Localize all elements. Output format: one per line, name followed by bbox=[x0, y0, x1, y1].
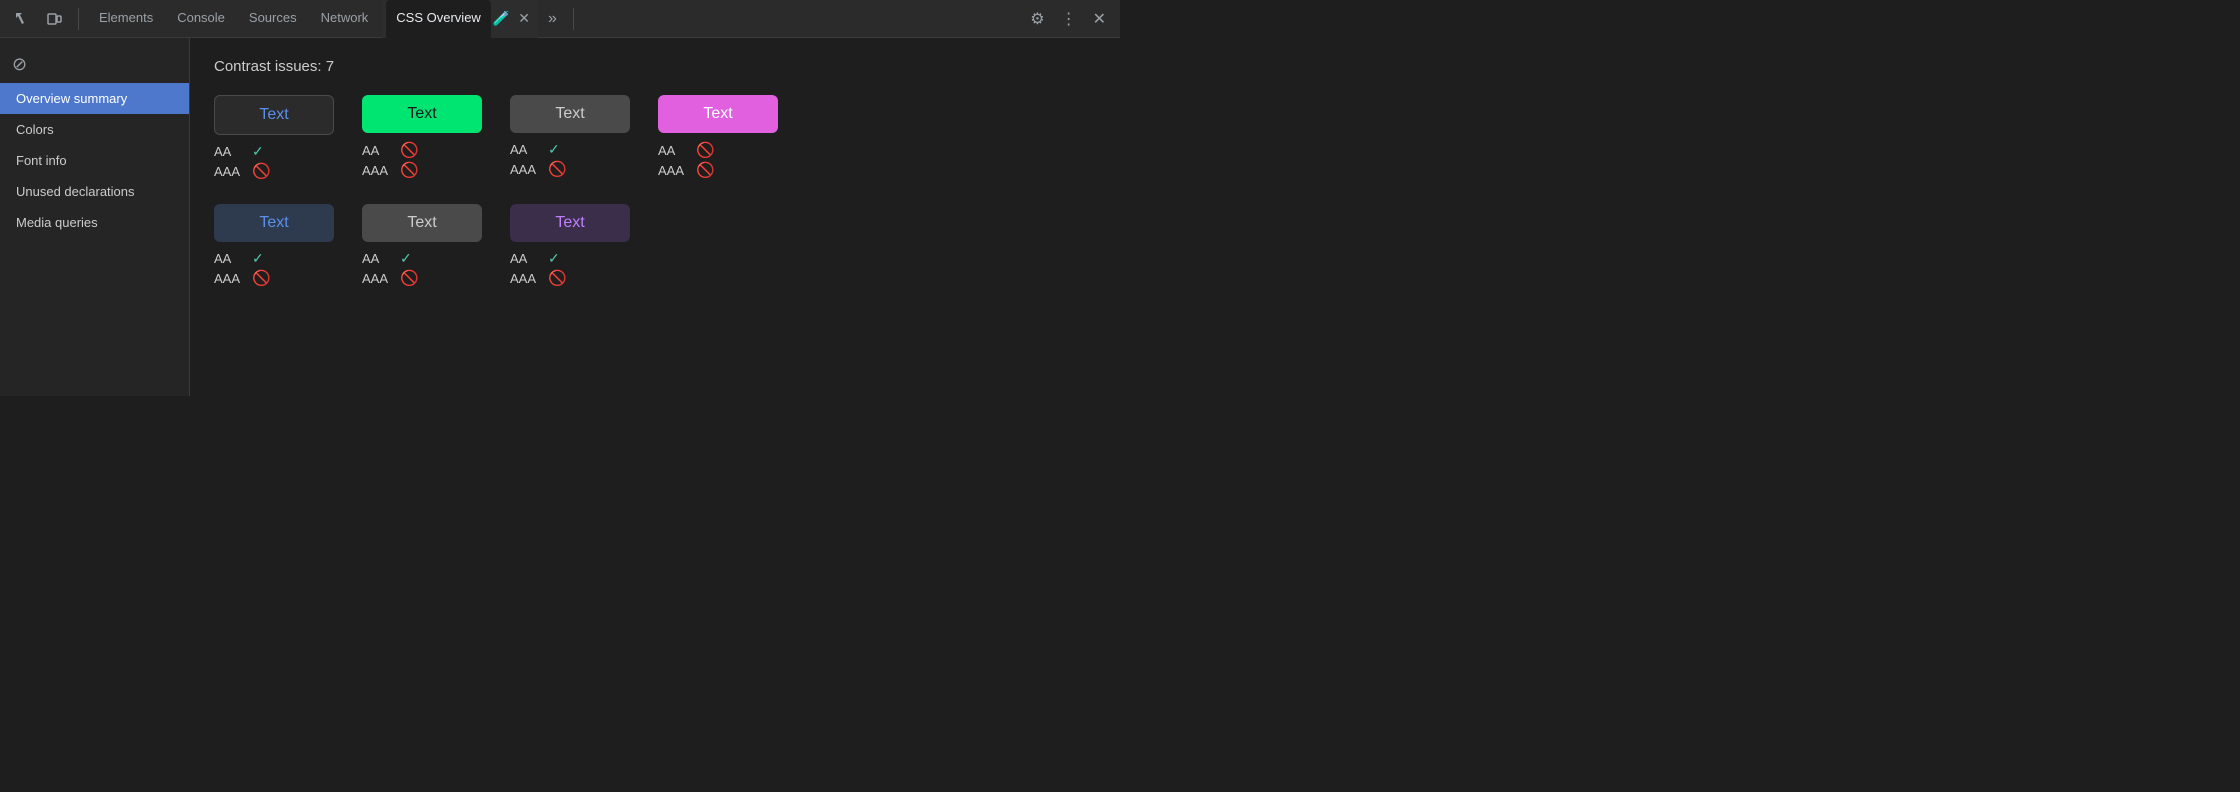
contrast-row-2: Text AA ✓ AAA 🚫 Text bbox=[214, 204, 1096, 287]
contrast-button-1-1[interactable]: Text bbox=[214, 95, 334, 135]
css-overview-tab-group: CSS Overview 🧪 ✕ bbox=[382, 0, 538, 38]
device-toolbar-button[interactable] bbox=[40, 7, 68, 31]
sidebar-item-font-info[interactable]: Font info bbox=[0, 145, 189, 176]
devtools-toolbar: Elements Console Sources Network CSS Ove… bbox=[0, 0, 1120, 38]
toolbar-divider-1 bbox=[78, 8, 79, 30]
contrast-card-2-3: Text AA ✓ AAA 🚫 bbox=[510, 204, 630, 287]
contrast-issues-heading: Contrast issues: 7 bbox=[214, 58, 1096, 75]
compliance-1-2: AA 🚫 AAA 🚫 bbox=[362, 141, 482, 179]
aa-label-1-3: AA bbox=[510, 142, 540, 157]
compliance-aaa-1-3: AAA 🚫 bbox=[510, 160, 630, 178]
more-options-button[interactable]: ⋮ bbox=[1055, 5, 1083, 33]
contrast-card-1-4: Text AA 🚫 AAA 🚫 bbox=[658, 95, 778, 179]
main-area: ⊘ Overview summary Colors Font info Unus… bbox=[0, 38, 1120, 396]
aaa-fail-icon-1-1: 🚫 bbox=[252, 162, 271, 180]
tab-elements[interactable]: Elements bbox=[89, 0, 163, 38]
sidebar-item-media-queries[interactable]: Media queries bbox=[0, 207, 189, 238]
tab-sources[interactable]: Sources bbox=[239, 0, 307, 38]
aa-fail-icon-1-2: 🚫 bbox=[400, 141, 419, 159]
aa-fail-icon-1-4: 🚫 bbox=[696, 141, 715, 159]
compliance-aaa-2-3: AAA 🚫 bbox=[510, 269, 630, 287]
compliance-aaa-1-4: AAA 🚫 bbox=[658, 161, 778, 179]
contrast-button-1-3[interactable]: Text bbox=[510, 95, 630, 133]
compliance-aaa-2-2: AAA 🚫 bbox=[362, 269, 482, 287]
flask-icon: 🧪 bbox=[493, 10, 510, 27]
tab-console[interactable]: Console bbox=[167, 0, 235, 38]
aaa-fail-icon-1-4: 🚫 bbox=[696, 161, 715, 179]
tab-css-overview[interactable]: CSS Overview bbox=[386, 0, 491, 38]
contrast-row-1: Text AA ✓ AAA 🚫 Text bbox=[214, 95, 1096, 180]
toolbar-divider-2 bbox=[573, 8, 574, 30]
aa-label-1-4: AA bbox=[658, 143, 688, 158]
close-css-overview-tab-button[interactable]: ✕ bbox=[514, 8, 534, 29]
compliance-2-1: AA ✓ AAA 🚫 bbox=[214, 250, 334, 287]
contrast-card-2-2: Text AA ✓ AAA 🚫 bbox=[362, 204, 482, 287]
compliance-aa-1-1: AA ✓ bbox=[214, 143, 334, 160]
aaa-fail-icon-2-2: 🚫 bbox=[400, 269, 419, 287]
compliance-1-4: AA 🚫 AAA 🚫 bbox=[658, 141, 778, 179]
compliance-aaa-1-2: AAA 🚫 bbox=[362, 161, 482, 179]
tab-network[interactable]: Network bbox=[311, 0, 379, 38]
aaa-label-2-2: AAA bbox=[362, 271, 392, 286]
aaa-fail-icon-1-3: 🚫 bbox=[548, 160, 567, 178]
compliance-aa-1-4: AA 🚫 bbox=[658, 141, 778, 159]
compliance-aaa-1-1: AAA 🚫 bbox=[214, 162, 334, 180]
aa-pass-icon-1-3: ✓ bbox=[548, 141, 560, 158]
contrast-card-1-3: Text AA ✓ AAA 🚫 bbox=[510, 95, 630, 178]
close-devtools-button[interactable]: ✕ bbox=[1087, 5, 1112, 33]
sidebar-no-entry: ⊘ bbox=[0, 46, 189, 83]
contrast-button-2-1[interactable]: Text bbox=[214, 204, 334, 242]
compliance-aa-1-3: AA ✓ bbox=[510, 141, 630, 158]
compliance-aa-1-2: AA 🚫 bbox=[362, 141, 482, 159]
aaa-fail-icon-2-1: 🚫 bbox=[252, 269, 271, 287]
aaa-label-1-3: AAA bbox=[510, 162, 540, 177]
settings-button[interactable]: ⚙ bbox=[1024, 5, 1050, 33]
aaa-label-1-2: AAA bbox=[362, 163, 392, 178]
aaa-label-1-4: AAA bbox=[658, 163, 688, 178]
aa-label-2-1: AA bbox=[214, 251, 244, 266]
contrast-button-1-4[interactable]: Text bbox=[658, 95, 778, 133]
inspect-element-button[interactable] bbox=[8, 7, 36, 31]
aa-label-1-1: AA bbox=[214, 144, 244, 159]
aa-label-2-2: AA bbox=[362, 251, 392, 266]
sidebar-item-colors[interactable]: Colors bbox=[0, 114, 189, 145]
sidebar: ⊘ Overview summary Colors Font info Unus… bbox=[0, 38, 190, 396]
compliance-2-2: AA ✓ AAA 🚫 bbox=[362, 250, 482, 287]
no-entry-icon: ⊘ bbox=[12, 54, 27, 74]
aaa-label-1-1: AAA bbox=[214, 164, 244, 179]
contrast-button-1-2[interactable]: Text bbox=[362, 95, 482, 133]
aaa-fail-icon-1-2: 🚫 bbox=[400, 161, 419, 179]
sidebar-item-unused-declarations[interactable]: Unused declarations bbox=[0, 176, 189, 207]
compliance-aa-2-3: AA ✓ bbox=[510, 250, 630, 267]
aa-label-2-3: AA bbox=[510, 251, 540, 266]
aaa-fail-icon-2-3: 🚫 bbox=[548, 269, 567, 287]
aaa-label-2-1: AAA bbox=[214, 271, 244, 286]
aaa-label-2-3: AAA bbox=[510, 271, 540, 286]
sidebar-item-overview-summary[interactable]: Overview summary bbox=[0, 83, 189, 114]
contrast-button-2-3[interactable]: Text bbox=[510, 204, 630, 242]
more-tabs-button[interactable]: » bbox=[542, 6, 563, 32]
contrast-button-2-2[interactable]: Text bbox=[362, 204, 482, 242]
contrast-grid: Text AA ✓ AAA 🚫 Text bbox=[214, 95, 1096, 287]
aa-pass-icon-2-2: ✓ bbox=[400, 250, 412, 267]
aa-pass-icon-2-1: ✓ bbox=[252, 250, 264, 267]
compliance-aa-2-1: AA ✓ bbox=[214, 250, 334, 267]
contrast-card-1-1: Text AA ✓ AAA 🚫 bbox=[214, 95, 334, 180]
compliance-1-3: AA ✓ AAA 🚫 bbox=[510, 141, 630, 178]
aa-label-1-2: AA bbox=[362, 143, 392, 158]
contrast-card-1-2: Text AA 🚫 AAA 🚫 bbox=[362, 95, 482, 179]
aa-pass-icon-1-1: ✓ bbox=[252, 143, 264, 160]
contrast-card-2-1: Text AA ✓ AAA 🚫 bbox=[214, 204, 334, 287]
compliance-1-1: AA ✓ AAA 🚫 bbox=[214, 143, 334, 180]
aa-pass-icon-2-3: ✓ bbox=[548, 250, 560, 267]
compliance-aaa-2-1: AAA 🚫 bbox=[214, 269, 334, 287]
compliance-2-3: AA ✓ AAA 🚫 bbox=[510, 250, 630, 287]
content-area: Contrast issues: 7 Text AA ✓ AAA 🚫 bbox=[190, 38, 1120, 396]
compliance-aa-2-2: AA ✓ bbox=[362, 250, 482, 267]
